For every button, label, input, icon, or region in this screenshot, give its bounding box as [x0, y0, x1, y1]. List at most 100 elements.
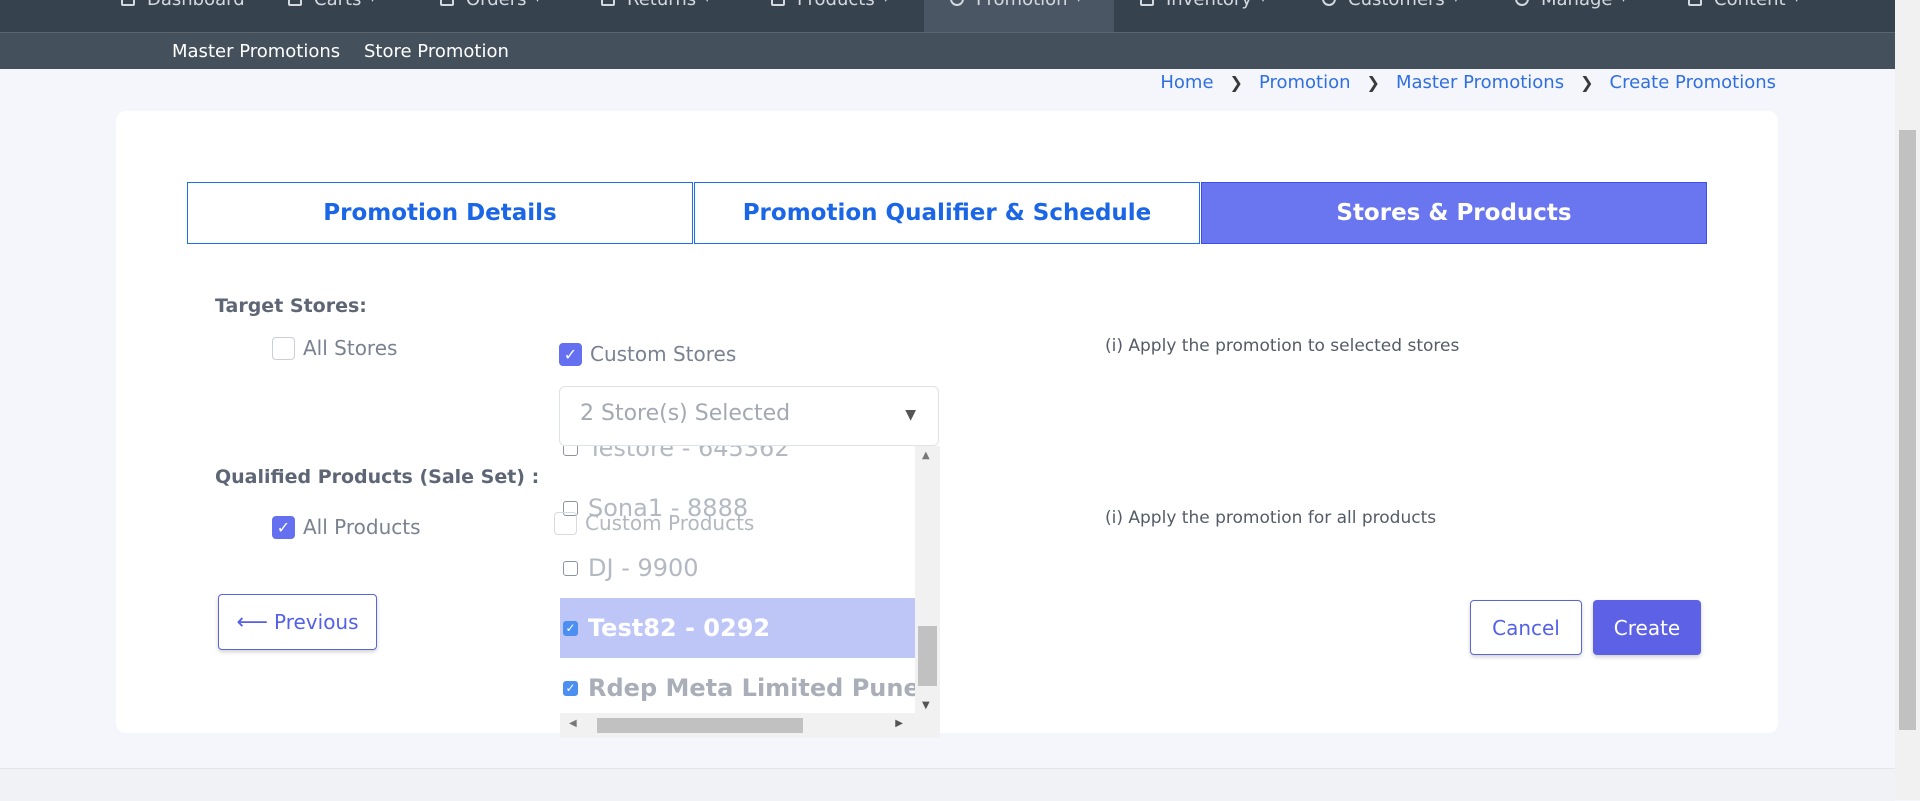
- custom-stores-option[interactable]: ✓ Custom Stores: [559, 342, 736, 366]
- dropdown-vertical-scrollbar[interactable]: ▲ ▼: [915, 446, 940, 713]
- breadcrumb-master-promotions[interactable]: Master Promotions: [1396, 72, 1564, 93]
- store-option[interactable]: DJ - 9900: [560, 538, 915, 598]
- nav-content-label: Content: [1714, 0, 1786, 10]
- all-products-checkbox[interactable]: ✓: [272, 515, 295, 539]
- nav-orders-label: Orders: [466, 0, 527, 10]
- nav-products[interactable]: Products ▾: [771, 0, 889, 32]
- scroll-up-arrow-icon[interactable]: ▲: [922, 450, 930, 461]
- scroll-left-arrow-icon[interactable]: ◀: [569, 718, 577, 729]
- nav-returns-label: Returns: [627, 0, 696, 10]
- subnav-store-promotion[interactable]: Store Promotion: [364, 41, 509, 62]
- chevron-down-icon: ▾: [883, 0, 889, 5]
- nav-carts[interactable]: Carts ▾: [288, 0, 375, 32]
- previous-button[interactable]: ⟵ Previous: [218, 594, 377, 650]
- breadcrumb-home[interactable]: Home: [1160, 72, 1213, 93]
- customers-icon: [1322, 0, 1336, 6]
- tab-promotion-details[interactable]: Promotion Details: [187, 182, 693, 244]
- content-icon: [1688, 0, 1702, 6]
- dropdown-horizontal-scroll-thumb[interactable]: [597, 718, 803, 733]
- store-dropdown-list[interactable]: Testore - 645362 Sona1 - 8888 DJ - 9900 …: [560, 446, 940, 738]
- cancel-button[interactable]: Cancel: [1470, 600, 1582, 655]
- scroll-down-arrow-icon[interactable]: ▼: [922, 700, 930, 711]
- store-option-label: Test82 - 0292: [588, 614, 771, 642]
- chevron-down-icon: ▼: [905, 407, 916, 423]
- nav-manage-label: Manage: [1541, 0, 1613, 10]
- dashboard-icon: [121, 0, 135, 6]
- custom-stores-checkbox[interactable]: ✓: [559, 342, 582, 366]
- step-tabs: Promotion Details Promotion Qualifier & …: [187, 182, 1707, 244]
- nav-customers[interactable]: Customers ▾: [1322, 0, 1459, 32]
- chevron-down-icon: ▾: [1621, 0, 1627, 5]
- nav-manage[interactable]: Manage ▾: [1515, 0, 1627, 32]
- chevron-down-icon: ▾: [704, 0, 710, 5]
- store-option-label: Testore - 645362: [588, 446, 790, 462]
- products-icon: [771, 0, 785, 6]
- store-option-checkbox[interactable]: [563, 446, 578, 456]
- tab-stores-products[interactable]: Stores & Products: [1201, 182, 1707, 244]
- all-stores-label: All Stores: [303, 336, 398, 360]
- manage-icon: [1515, 0, 1529, 6]
- breadcrumb-create-promotions[interactable]: Create Promotions: [1610, 72, 1777, 93]
- window-scroll-thumb[interactable]: [1899, 130, 1916, 730]
- nav-content[interactable]: Content ▾: [1688, 0, 1800, 32]
- nav-inventory[interactable]: Inventory ▾: [1140, 0, 1266, 32]
- all-products-option[interactable]: ✓ All Products: [272, 515, 421, 539]
- previous-button-label: Previous: [274, 610, 359, 634]
- nav-carts-label: Carts: [314, 0, 361, 10]
- chevron-down-icon: ▾: [1260, 0, 1266, 5]
- chevron-down-icon: ▾: [1453, 0, 1459, 5]
- store-option[interactable]: Sona1 - 8888: [560, 478, 915, 538]
- chevron-right-icon: ❯: [1580, 73, 1594, 92]
- dropdown-vertical-scroll-thumb[interactable]: [918, 626, 937, 686]
- store-option[interactable]: Testore - 645362: [560, 446, 915, 478]
- chevron-down-icon: ▾: [1076, 0, 1082, 5]
- nav-dashboard-label: Dashboard: [147, 0, 245, 10]
- custom-stores-label: Custom Stores: [590, 342, 737, 366]
- dropdown-horizontal-scrollbar[interactable]: ◀ ▶: [560, 713, 940, 738]
- gear-icon: [950, 0, 964, 6]
- store-option-checkbox[interactable]: ✓: [563, 620, 578, 636]
- subnav-master-promotions[interactable]: Master Promotions: [172, 41, 340, 62]
- target-stores-title: Target Stores:: [215, 295, 367, 317]
- chevron-right-icon: ❯: [1366, 73, 1380, 92]
- nav-inventory-label: Inventory: [1166, 0, 1252, 10]
- store-option[interactable]: ✓ Rdep Meta Limited Pune - 17: [560, 658, 915, 718]
- store-option-checkbox[interactable]: ✓: [563, 680, 578, 696]
- chevron-down-icon: ▾: [369, 0, 375, 5]
- all-stores-option[interactable]: All Stores: [272, 336, 397, 360]
- nav-dashboard[interactable]: Dashboard: [121, 0, 245, 32]
- store-option-label: DJ - 9900: [588, 554, 699, 582]
- all-products-label: All Products: [303, 515, 421, 539]
- breadcrumb-promotion[interactable]: Promotion: [1259, 72, 1351, 93]
- nav-promotion-label: Promotion: [976, 0, 1068, 10]
- all-stores-checkbox[interactable]: [272, 336, 295, 360]
- window-vertical-scrollbar[interactable]: [1895, 0, 1920, 800]
- store-select-value: 2 Store(s) Selected: [580, 401, 791, 426]
- nav-orders[interactable]: Orders ▾: [440, 0, 541, 32]
- create-promotion-card: Promotion Details Promotion Qualifier & …: [116, 111, 1778, 738]
- scroll-right-arrow-icon[interactable]: ▶: [895, 718, 903, 729]
- store-option-checkbox[interactable]: [563, 560, 578, 576]
- breadcrumb: Home ❯ Promotion ❯ Master Promotions ❯ C…: [1160, 72, 1776, 93]
- nav-returns[interactable]: Returns ▾: [601, 0, 710, 32]
- store-option-label: Rdep Meta Limited Pune - 17: [588, 674, 915, 702]
- store-option-highlighted[interactable]: ✓ Test82 - 0292: [560, 598, 915, 658]
- store-option-label: Sona1 - 8888: [588, 494, 749, 522]
- nav-products-label: Products: [797, 0, 875, 10]
- store-select[interactable]: 2 Store(s) Selected ▼: [559, 386, 939, 446]
- arrow-left-icon: ⟵: [236, 609, 268, 635]
- qualified-products-info: (i) Apply the promotion for all products: [1105, 508, 1437, 528]
- store-option-checkbox[interactable]: [563, 500, 578, 516]
- nav-promotion[interactable]: Promotion ▾: [924, 0, 1114, 32]
- chevron-down-icon: ▾: [1794, 0, 1800, 5]
- target-stores-info: (i) Apply the promotion to selected stor…: [1105, 336, 1460, 356]
- create-button[interactable]: Create: [1593, 600, 1701, 655]
- chevron-down-icon: ▾: [535, 0, 541, 5]
- cart-icon: [288, 0, 302, 6]
- tab-promotion-qualifier-schedule[interactable]: Promotion Qualifier & Schedule: [694, 182, 1200, 244]
- orders-icon: [440, 0, 454, 6]
- page-footer-strip: [0, 768, 1895, 801]
- sub-navigation-bar: Master Promotions Store Promotion: [0, 32, 1895, 69]
- qualified-products-title: Qualified Products (Sale Set) :: [215, 466, 540, 488]
- nav-customers-label: Customers: [1348, 0, 1445, 10]
